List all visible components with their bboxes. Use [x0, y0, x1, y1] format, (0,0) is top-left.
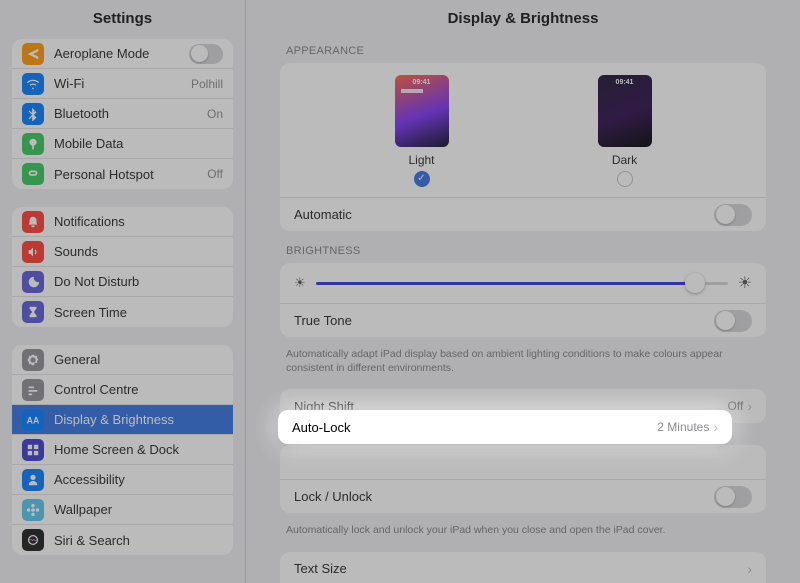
- automatic-toggle[interactable]: [714, 204, 752, 226]
- auto-lock-value: 2 Minutes: [657, 420, 709, 434]
- chevron-right-icon: ›: [747, 398, 752, 414]
- light-radio[interactable]: [414, 171, 430, 187]
- automatic-row[interactable]: Automatic: [280, 197, 766, 231]
- flower-icon: [22, 499, 44, 521]
- lock-unlock-label: Lock / Unlock: [294, 489, 372, 504]
- sidebar-item-value: Polhill: [191, 77, 223, 91]
- link-icon: [22, 163, 44, 185]
- lock-unlock-row[interactable]: Lock / Unlock: [280, 479, 766, 513]
- airplane-icon: [22, 43, 44, 65]
- sidebar-toggle[interactable]: [189, 44, 223, 64]
- sliders-icon: [22, 379, 44, 401]
- person-icon: [22, 469, 44, 491]
- text-size-row[interactable]: Text Size ›: [280, 552, 766, 583]
- sidebar-item-label: Display & Brightness: [54, 412, 174, 427]
- sidebar-item-display-brightness[interactable]: AA Display & Brightness: [12, 405, 233, 435]
- auto-lock-label: Auto-Lock: [292, 420, 351, 435]
- brightness-panel: ☀ ☀ True Tone: [280, 263, 766, 337]
- sidebar-item-label: Personal Hotspot: [54, 167, 154, 182]
- sidebar-item-label: Do Not Disturb: [54, 274, 139, 289]
- sidebar-item-accessibility[interactable]: Accessibility: [12, 465, 233, 495]
- aa-icon: AA: [22, 409, 44, 431]
- sun-large-icon: ☀: [738, 273, 752, 293]
- sidebar-item-label: Sounds: [54, 244, 98, 259]
- sidebar-item-label: Wi-Fi: [54, 76, 84, 91]
- brightness-knob[interactable]: [685, 273, 705, 293]
- brightness-track[interactable]: [316, 282, 728, 285]
- moon-icon: [22, 271, 44, 293]
- antenna-icon: [22, 133, 44, 155]
- sidebar-item-label: Notifications: [54, 214, 125, 229]
- sidebar-item-mobile-data[interactable]: Mobile Data: [12, 129, 233, 159]
- bluetooth-icon: [22, 103, 44, 125]
- text-panel: Text Size › Bold Text: [280, 552, 766, 583]
- truetone-row[interactable]: True Tone: [280, 303, 766, 337]
- sidebar-item-do-not-disturb[interactable]: Do Not Disturb: [12, 267, 233, 297]
- chevron-right-icon: ›: [713, 419, 718, 435]
- truetone-toggle[interactable]: [714, 310, 752, 332]
- auto-lock-row[interactable]: Auto-Lock 2 Minutes ›: [278, 410, 732, 444]
- sidebar-item-value: Off: [207, 167, 223, 181]
- sidebar-item-label: Siri & Search: [54, 533, 130, 548]
- brightness-section-label: BRIGHTNESS: [246, 241, 800, 263]
- brightness-fill: [316, 282, 695, 285]
- lock-panel: x Lock / Unlock: [280, 445, 766, 513]
- wifi-icon: [22, 73, 44, 95]
- detail-title: Display & Brightness: [246, 0, 800, 41]
- lock-unlock-toggle[interactable]: [714, 486, 752, 508]
- sidebar-item-label: Accessibility: [54, 472, 125, 487]
- sidebar-item-personal-hotspot[interactable]: Personal Hotspot Off: [12, 159, 233, 189]
- sidebar-item-label: Screen Time: [54, 305, 127, 320]
- sidebar-item-label: Aeroplane Mode: [54, 46, 149, 61]
- dark-thumbnail: 09:41: [598, 75, 652, 147]
- light-thumbnail: 09:41: [395, 75, 449, 147]
- dark-radio[interactable]: [617, 171, 633, 187]
- sidebar-item-general[interactable]: General: [12, 345, 233, 375]
- detail-pane: Display & Brightness APPEARANCE 09:41 Li…: [246, 0, 800, 583]
- sidebar-item-label: Home Screen & Dock: [54, 442, 179, 457]
- sidebar-item-wallpaper[interactable]: Wallpaper: [12, 495, 233, 525]
- sidebar-item-label: Control Centre: [54, 382, 139, 397]
- sun-small-icon: ☀: [294, 275, 306, 291]
- brightness-slider-row[interactable]: ☀ ☀: [280, 263, 766, 303]
- settings-sidebar: Settings Aeroplane Mode Wi-Fi Polhill Bluet…: [0, 0, 246, 583]
- sidebar-item-label: Wallpaper: [54, 502, 112, 517]
- light-label: Light: [395, 153, 449, 167]
- sidebar-item-sounds[interactable]: Sounds: [12, 237, 233, 267]
- sidebar-item-label: Bluetooth: [54, 106, 109, 121]
- gear-icon: [22, 349, 44, 371]
- hourglass-icon: [22, 301, 44, 323]
- sidebar-item-label: General: [54, 352, 100, 367]
- grid-icon: [22, 439, 44, 461]
- sidebar-item-control-centre[interactable]: Control Centre: [12, 375, 233, 405]
- sidebar-item-home-screen-dock[interactable]: Home Screen & Dock: [12, 435, 233, 465]
- sidebar-item-value: On: [207, 107, 223, 121]
- truetone-label: True Tone: [294, 313, 352, 328]
- speaker-icon: [22, 241, 44, 263]
- appearance-panel: 09:41 Light 09:41 Dark Automatic: [280, 63, 766, 231]
- sidebar-item-bluetooth[interactable]: Bluetooth On: [12, 99, 233, 129]
- svg-text:AA: AA: [27, 415, 40, 425]
- sidebar-item-screen-time[interactable]: Screen Time: [12, 297, 233, 327]
- appearance-section-label: APPEARANCE: [246, 41, 800, 63]
- sidebar-item-siri-search[interactable]: Siri & Search: [12, 525, 233, 555]
- sidebar-item-label: Mobile Data: [54, 136, 123, 151]
- bell-icon: [22, 211, 44, 233]
- text-size-label: Text Size: [294, 561, 347, 576]
- lock-unlock-footer: Automatically lock and unlock your iPad …: [246, 517, 800, 551]
- sidebar-item-notifications[interactable]: Notifications: [12, 207, 233, 237]
- sidebar-item-wi-fi[interactable]: Wi-Fi Polhill: [12, 69, 233, 99]
- appearance-option-dark[interactable]: 09:41 Dark: [598, 75, 652, 187]
- siri-icon: [22, 529, 44, 551]
- chevron-right-icon: ›: [747, 561, 752, 577]
- automatic-label: Automatic: [294, 207, 352, 222]
- sidebar-item-aeroplane-mode[interactable]: Aeroplane Mode: [12, 39, 233, 69]
- appearance-option-light[interactable]: 09:41 Light: [395, 75, 449, 187]
- night-shift-value: Off: [728, 399, 744, 413]
- dark-label: Dark: [598, 153, 652, 167]
- truetone-footer: Automatically adapt iPad display based o…: [246, 341, 800, 389]
- sidebar-title: Settings: [0, 0, 245, 39]
